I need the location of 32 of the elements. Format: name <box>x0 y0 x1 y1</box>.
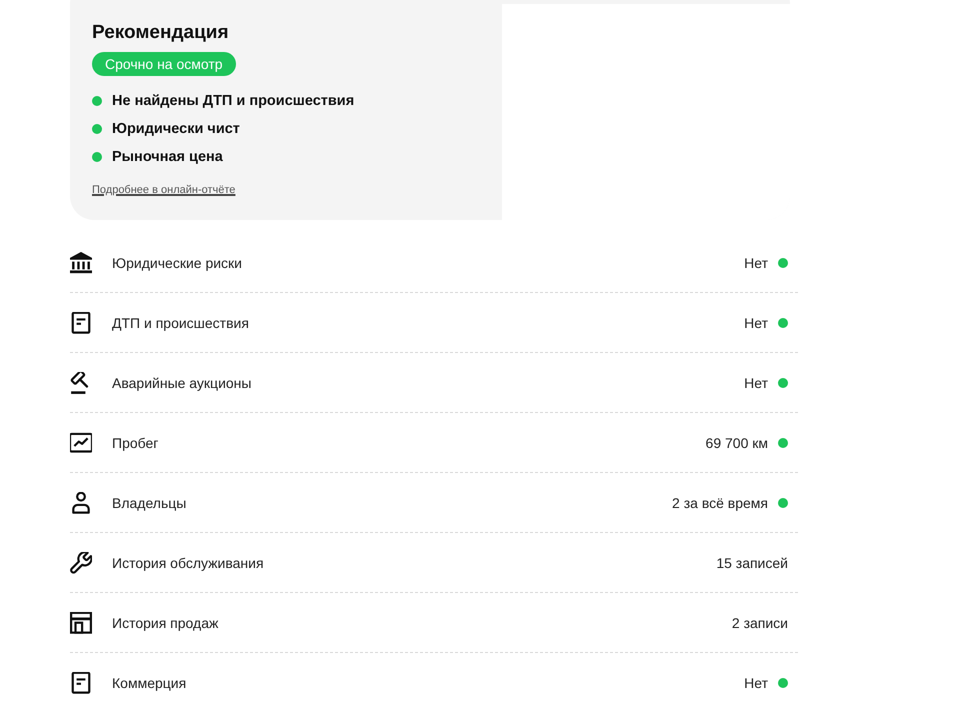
bullet-dot-icon <box>92 152 102 162</box>
person-icon <box>70 492 92 514</box>
row-label: Пробег <box>112 434 160 450</box>
row-label: Владельцы <box>112 494 188 510</box>
row-label: История продаж <box>112 614 220 630</box>
row-value: 2 за всё время <box>672 494 768 510</box>
row-value: 69 700 км <box>706 434 768 450</box>
card-title: Рекомендация <box>92 21 229 45</box>
check-point-text: Не найдены ДТП и происшествия <box>112 93 354 109</box>
bullet-dot-icon <box>92 124 102 134</box>
row-label: Аварийные аукционы <box>112 374 252 390</box>
row-value: Нет <box>744 314 768 330</box>
bullet-dot-icon <box>92 96 102 106</box>
bank-icon <box>70 252 92 274</box>
row-value: 15 записей <box>716 554 788 570</box>
check-point-text: Юридически чист <box>112 121 240 137</box>
row-value: 2 записи <box>732 614 788 630</box>
row-value: Нет <box>744 374 768 390</box>
chart-icon <box>70 432 92 454</box>
document-icon <box>70 312 92 334</box>
document-icon <box>70 672 92 694</box>
report-link[interactable]: Подробнее в онлайн-отчёте <box>92 183 236 197</box>
row-value: Нет <box>744 254 768 270</box>
check-point-text: Рыночная цена <box>112 149 223 165</box>
wrench-icon <box>70 552 92 574</box>
shop-icon <box>70 612 92 634</box>
row-label: История обслуживания <box>112 554 265 570</box>
row-value: Нет <box>744 674 768 690</box>
row-label: Коммерция <box>112 674 188 690</box>
row-label: Юридические риски <box>112 254 243 270</box>
row-label: ДТП и происшествия <box>112 314 250 330</box>
status-badge: Срочно на осмотр <box>92 52 236 76</box>
